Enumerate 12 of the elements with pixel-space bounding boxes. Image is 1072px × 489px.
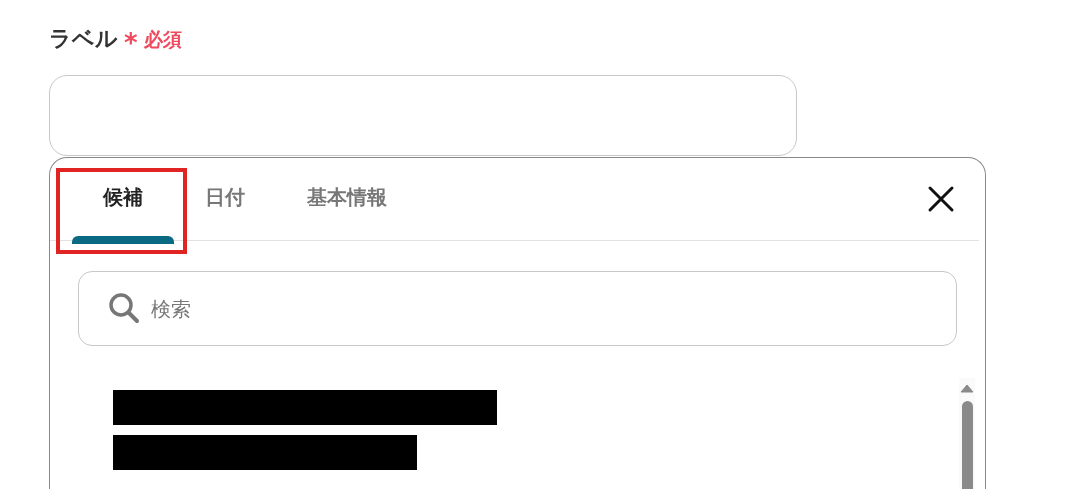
search-icon [108, 292, 140, 324]
scrollbar[interactable] [959, 378, 975, 489]
field-label: ラベル [49, 25, 118, 53]
text-input-field[interactable] [49, 75, 797, 156]
tab[interactable]: 基本情報 [276, 154, 418, 240]
tab[interactable]: 候補 [72, 154, 174, 240]
close-icon[interactable] [927, 185, 955, 213]
scroll-up-icon[interactable] [960, 384, 974, 393]
search-field[interactable]: 検索 [78, 271, 957, 346]
required-asterisk: * [124, 30, 138, 56]
tab[interactable]: 日付 [174, 154, 276, 240]
required-text: 必須 [143, 27, 182, 52]
